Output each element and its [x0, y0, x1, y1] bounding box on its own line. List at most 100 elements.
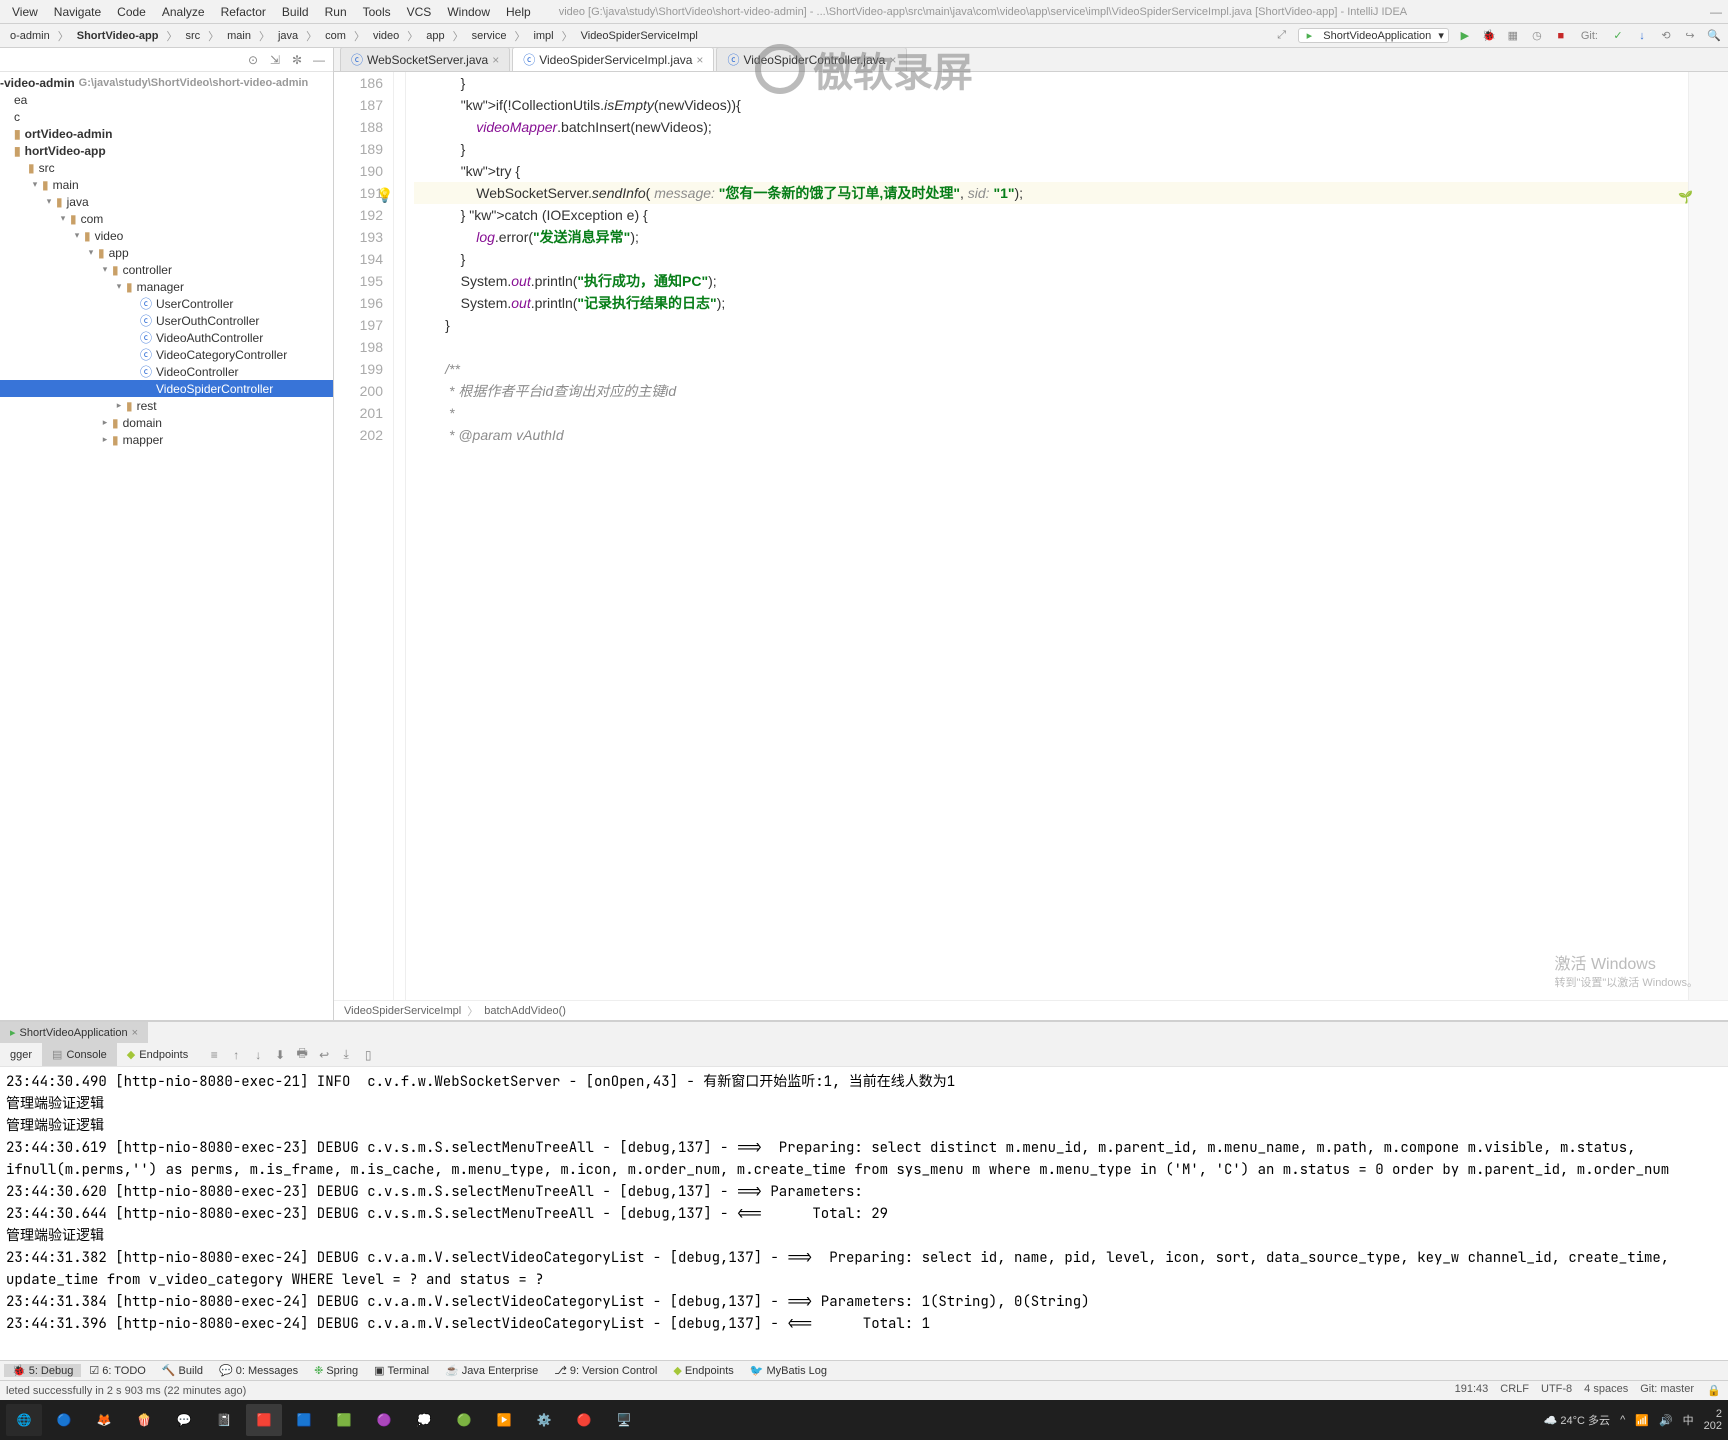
- tree-class[interactable]: ⓒUserOuthController: [0, 312, 333, 329]
- coverage-icon[interactable]: ▦: [1505, 28, 1521, 44]
- close-icon[interactable]: ×: [132, 1027, 138, 1039]
- code-editor[interactable]: 1861871881891901911921931941951961971981…: [334, 72, 1728, 1000]
- close-icon[interactable]: ×: [696, 53, 703, 67]
- breadcrumb[interactable]: src: [181, 30, 204, 42]
- tw-build[interactable]: 🔨Build: [154, 1364, 211, 1377]
- breadcrumb[interactable]: impl: [529, 30, 557, 42]
- chrome-icon[interactable]: 🌐: [6, 1404, 42, 1436]
- file-encoding[interactable]: UTF-8: [1541, 1383, 1572, 1399]
- notepad-icon[interactable]: 📓: [206, 1404, 242, 1436]
- breadcrumb[interactable]: main: [223, 30, 255, 42]
- console-print-icon[interactable]: 🖶: [294, 1047, 310, 1063]
- app-icon[interactable]: 🔴: [566, 1404, 602, 1436]
- breadcrumb[interactable]: ShortVideo-app: [73, 30, 163, 42]
- tree-folder[interactable]: ▸▮rest: [0, 397, 333, 414]
- git-commit-icon[interactable]: ✓: [1610, 28, 1626, 44]
- editor-tab[interactable]: ⓒVideoSpiderServiceImpl.java×: [512, 47, 714, 71]
- app-icon[interactable]: 🖥️: [606, 1404, 642, 1436]
- tw-java-ee[interactable]: ☕Java Enterprise: [437, 1364, 546, 1377]
- tw-todo[interactable]: ☑6: TODO: [81, 1364, 153, 1377]
- git-history-icon[interactable]: ⟲: [1658, 28, 1674, 44]
- debugger-tab[interactable]: gger: [0, 1043, 42, 1066]
- menu-build[interactable]: Build: [274, 5, 317, 19]
- breadcrumb[interactable]: com: [321, 30, 350, 42]
- app-icon[interactable]: ▶️: [486, 1404, 522, 1436]
- weather-widget[interactable]: ☁️ 24°C 多云: [1544, 1412, 1610, 1428]
- tree-folder[interactable]: ▾▮controller: [0, 261, 333, 278]
- intellij-icon[interactable]: 🟥: [246, 1404, 282, 1436]
- tw-spring[interactable]: ❉Spring: [306, 1364, 366, 1377]
- hbuilder-icon[interactable]: 🟩: [326, 1404, 362, 1436]
- menu-refactor[interactable]: Refactor: [213, 5, 274, 19]
- tray-chevron-icon[interactable]: ^: [1620, 1414, 1625, 1426]
- locate-icon[interactable]: ⊙: [245, 52, 261, 68]
- build-icon[interactable]: ⤢: [1274, 28, 1290, 44]
- debug-icon[interactable]: 🐞: [1481, 28, 1497, 44]
- tree-folder[interactable]: ▸▮mapper: [0, 431, 333, 448]
- breadcrumb[interactable]: app: [422, 30, 448, 42]
- git-revert-icon[interactable]: ↪: [1682, 28, 1698, 44]
- menu-run[interactable]: Run: [317, 5, 355, 19]
- console-clear-icon[interactable]: ▯: [360, 1047, 376, 1063]
- console-wrap-icon[interactable]: ↩: [316, 1047, 332, 1063]
- tree-folder[interactable]: c: [0, 108, 333, 125]
- menu-help[interactable]: Help: [498, 5, 539, 19]
- breadcrumb[interactable]: service: [468, 30, 511, 42]
- settings-icon[interactable]: ✼: [289, 52, 305, 68]
- tree-folder[interactable]: ea: [0, 91, 333, 108]
- tree-folder[interactable]: ▾▮java: [0, 193, 333, 210]
- run-config-tab[interactable]: ▸ShortVideoApplication ×: [0, 1022, 148, 1043]
- tw-debug[interactable]: 🐞5: Debug: [4, 1364, 81, 1377]
- endpoints-tab[interactable]: ◆Endpoints: [117, 1043, 198, 1066]
- tree-class[interactable]: ⓒVideoAuthController: [0, 329, 333, 346]
- menu-code[interactable]: Code: [109, 5, 154, 19]
- firefox-icon[interactable]: 🦊: [86, 1404, 122, 1436]
- browser-icon[interactable]: 🔵: [46, 1404, 82, 1436]
- app-icon[interactable]: 🍿: [126, 1404, 162, 1436]
- tray-icon[interactable]: 🔊: [1659, 1414, 1673, 1427]
- project-root[interactable]: -video-adminG:\java\study\ShortVideo\sho…: [0, 74, 333, 91]
- console-tab[interactable]: ▤Console: [42, 1043, 117, 1066]
- run-icon[interactable]: ▶: [1457, 28, 1473, 44]
- tree-folder[interactable]: ▮hortVideo-app: [0, 142, 333, 159]
- menu-tools[interactable]: Tools: [355, 5, 399, 19]
- tree-folder[interactable]: ▾▮video: [0, 227, 333, 244]
- app-icon[interactable]: 🟢: [446, 1404, 482, 1436]
- tw-mybatis[interactable]: 🐦MyBatis Log: [742, 1364, 835, 1377]
- tree-class[interactable]: ⓒUserController: [0, 295, 333, 312]
- menu-window[interactable]: Window: [439, 5, 498, 19]
- crumb[interactable]: batchAddVideo(): [484, 1005, 566, 1017]
- editor-tab[interactable]: ⓒVideoSpiderController.java×: [716, 47, 907, 71]
- expand-icon[interactable]: ⇲: [267, 52, 283, 68]
- menu-navigate[interactable]: Navigate: [46, 5, 109, 19]
- tree-class[interactable]: ⓒVideoController: [0, 363, 333, 380]
- tray-ime[interactable]: 中: [1683, 1412, 1694, 1428]
- breadcrumb[interactable]: java: [274, 30, 302, 42]
- caret-position[interactable]: 191:43: [1455, 1383, 1489, 1399]
- tray-clock[interactable]: 2202: [1704, 1408, 1722, 1432]
- tree-folder[interactable]: ▾▮com: [0, 210, 333, 227]
- menu-analyze[interactable]: Analyze: [154, 5, 213, 19]
- editor-tab[interactable]: ⓒWebSocketServer.java×: [340, 47, 510, 71]
- app-icon[interactable]: 💭: [406, 1404, 442, 1436]
- tree-class[interactable]: ⓒVideoSpiderController: [0, 380, 333, 397]
- close-icon[interactable]: ×: [889, 53, 896, 67]
- app-icon[interactable]: ⚙️: [526, 1404, 562, 1436]
- tree-folder[interactable]: ▮src: [0, 159, 333, 176]
- tw-vcs[interactable]: ⎇9: Version Control: [546, 1364, 665, 1377]
- app-icon[interactable]: 🟣: [366, 1404, 402, 1436]
- tree-folder[interactable]: ▮ortVideo-admin: [0, 125, 333, 142]
- tw-messages[interactable]: 💬0: Messages: [211, 1364, 306, 1377]
- console-tool-icon[interactable]: ≡: [206, 1047, 222, 1063]
- git-branch[interactable]: Git: master: [1640, 1383, 1694, 1399]
- indent-setting[interactable]: 4 spaces: [1584, 1383, 1628, 1399]
- vscode-icon[interactable]: 🟦: [286, 1404, 322, 1436]
- hide-icon[interactable]: —: [311, 52, 327, 68]
- tree-folder[interactable]: ▾▮app: [0, 244, 333, 261]
- console-scroll-icon[interactable]: ⤓: [338, 1047, 354, 1063]
- tree-folder[interactable]: ▸▮domain: [0, 414, 333, 431]
- line-separator[interactable]: CRLF: [1500, 1383, 1529, 1399]
- crumb[interactable]: VideoSpiderServiceImpl: [344, 1005, 461, 1017]
- profiler-icon[interactable]: ◷: [1529, 28, 1545, 44]
- search-icon[interactable]: 🔍: [1706, 28, 1722, 44]
